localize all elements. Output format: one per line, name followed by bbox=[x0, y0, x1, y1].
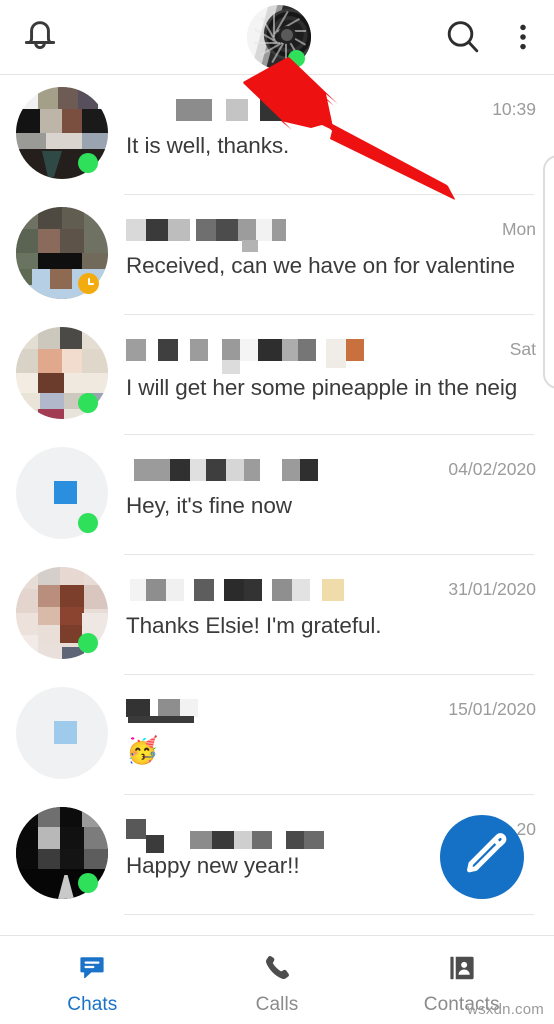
chat-list[interactable]: It is well, thanks. 10:39 Received, can … bbox=[0, 75, 554, 935]
online-status-dot bbox=[78, 153, 98, 173]
online-status-dot bbox=[288, 50, 305, 67]
more-vertical-icon[interactable] bbox=[505, 14, 541, 60]
list-item[interactable]: Received, can we have on for valentine… … bbox=[0, 195, 554, 315]
watermark: wsxdn.com bbox=[467, 1001, 544, 1018]
avatar[interactable] bbox=[16, 687, 108, 779]
profile-avatar[interactable] bbox=[247, 5, 311, 69]
online-status-dot bbox=[78, 513, 98, 533]
list-item[interactable]: Hey, it's fine now 04/02/2020 bbox=[0, 435, 554, 555]
timestamp: 10:39 bbox=[492, 99, 536, 119]
online-status-dot bbox=[78, 393, 98, 413]
list-item[interactable]: It is well, thanks. 10:39 bbox=[0, 75, 554, 195]
chat-bubble-icon bbox=[76, 951, 108, 985]
tab-calls-label: Calls bbox=[255, 993, 299, 1015]
tab-chats-label: Chats bbox=[67, 993, 118, 1015]
timestamp: 15/01/2020 bbox=[448, 699, 536, 719]
list-item[interactable]: Thanks Elsie! I'm grateful. 31/01/2020 bbox=[0, 555, 554, 675]
bell-icon[interactable] bbox=[18, 14, 62, 60]
list-item[interactable]: I will get her some pineapple in the nei… bbox=[0, 315, 554, 435]
online-status-dot bbox=[78, 873, 98, 893]
divider bbox=[124, 914, 534, 915]
tab-calls[interactable]: Calls bbox=[185, 936, 370, 1024]
timestamp: Sat bbox=[509, 339, 536, 359]
message-preview: I will get her some pineapple in the nei… bbox=[126, 377, 516, 400]
list-item[interactable]: 🥳 15/01/2020 bbox=[0, 675, 554, 795]
app-header bbox=[0, 0, 554, 75]
online-status-dot bbox=[78, 633, 98, 653]
contact-book-icon bbox=[446, 951, 478, 985]
compose-fab-button[interactable] bbox=[440, 815, 524, 899]
pending-status-icon bbox=[78, 273, 99, 294]
scroll-panel-edge[interactable] bbox=[543, 155, 554, 389]
message-preview: Thanks Elsie! I'm grateful. bbox=[126, 613, 382, 638]
search-icon[interactable] bbox=[440, 14, 486, 60]
phone-icon bbox=[261, 951, 293, 985]
message-preview: Hey, it's fine now bbox=[126, 493, 292, 518]
timestamp: 04/02/2020 bbox=[448, 459, 536, 479]
timestamp: Mon bbox=[501, 219, 536, 239]
message-preview: Received, can we have on for valentine… bbox=[126, 253, 516, 278]
tab-chats[interactable]: Chats bbox=[0, 936, 185, 1024]
chat-app-screen: It is well, thanks. 10:39 Received, can … bbox=[0, 0, 554, 1024]
timestamp: 31/01/2020 bbox=[448, 579, 536, 599]
message-preview: It is well, thanks. bbox=[126, 133, 290, 158]
message-preview: 🥳 bbox=[126, 735, 159, 765]
